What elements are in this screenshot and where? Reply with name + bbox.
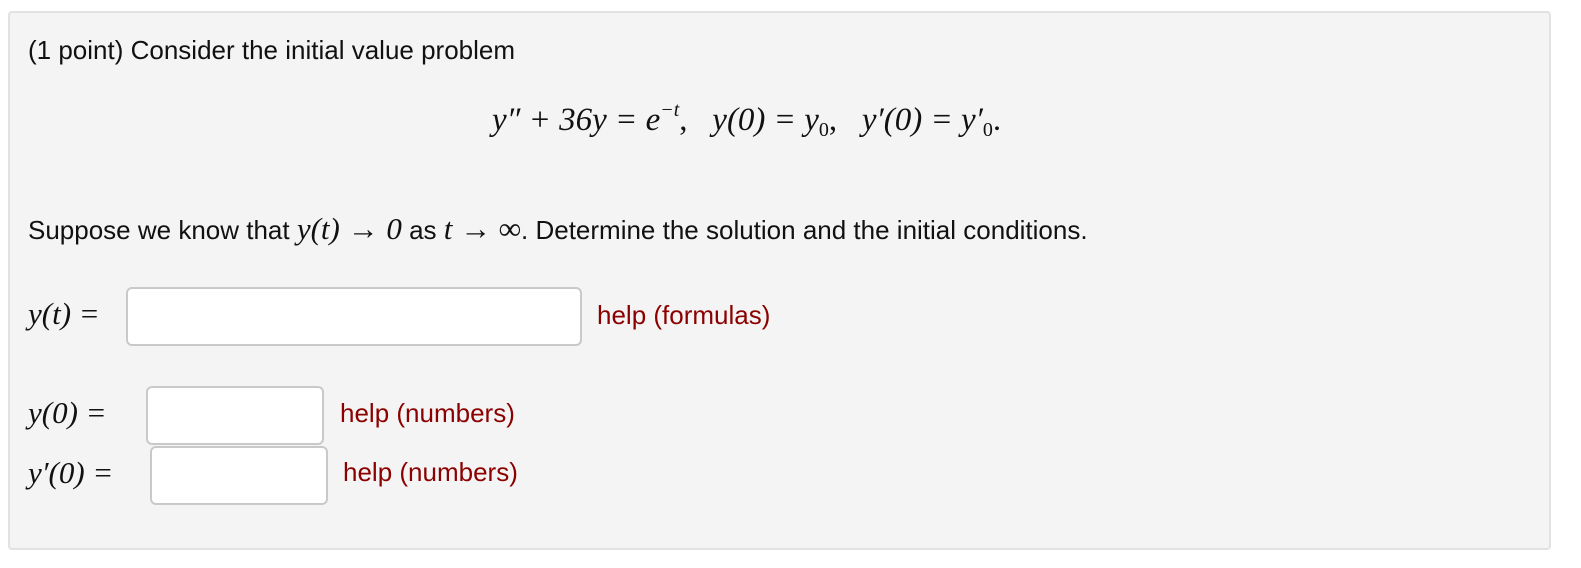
ode-lhs: y″ + 36y = e (492, 102, 661, 138)
condition-middle: as (401, 215, 444, 245)
problem-container: (1 point) Consider the initial value pro… (8, 11, 1551, 550)
eq-comma-2: , (828, 102, 838, 138)
eq-comma-1: , (679, 102, 688, 138)
eq-period: . (992, 102, 1002, 138)
initial-condition-y: y(0) = y (712, 102, 819, 138)
answer-input-y0[interactable] (146, 386, 324, 445)
condition-math-1: y(t) → 0 (296, 211, 402, 246)
problem-intro: (1 point) Consider the initial value pro… (28, 35, 516, 65)
initial-condition-yprime: y′(0) = y′ (861, 102, 983, 138)
condition-math-2: t → ∞ (443, 211, 522, 246)
condition-prefix: Suppose we know that (28, 215, 297, 245)
answer-label-y0: y(0) = (28, 395, 107, 430)
answer-input-yprime0[interactable] (150, 446, 328, 505)
help-formulas-link[interactable]: help (formulas) (597, 300, 770, 331)
help-numbers-link-yprime0[interactable]: help (numbers) (343, 457, 518, 488)
answer-input-yt[interactable] (126, 287, 582, 346)
ode-exponent: −t (660, 99, 680, 121)
problem-condition: Suppose we know that y(t) → 0 as t → ∞. … (28, 211, 1088, 247)
condition-suffix: . Determine the solution and the initial… (521, 215, 1088, 245)
initial-condition-y-subscript: 0 (818, 119, 829, 141)
help-numbers-link-y0[interactable]: help (numbers) (340, 398, 515, 429)
answer-label-yt: y(t) = (28, 296, 100, 331)
initial-condition-yprime-subscript: 0 (982, 119, 993, 141)
answer-label-yprime0: y′(0) = (28, 455, 114, 490)
ivp-equation: y″ + 36y = e−t, y(0) = y0, y′(0) = y′0. (492, 99, 1001, 142)
